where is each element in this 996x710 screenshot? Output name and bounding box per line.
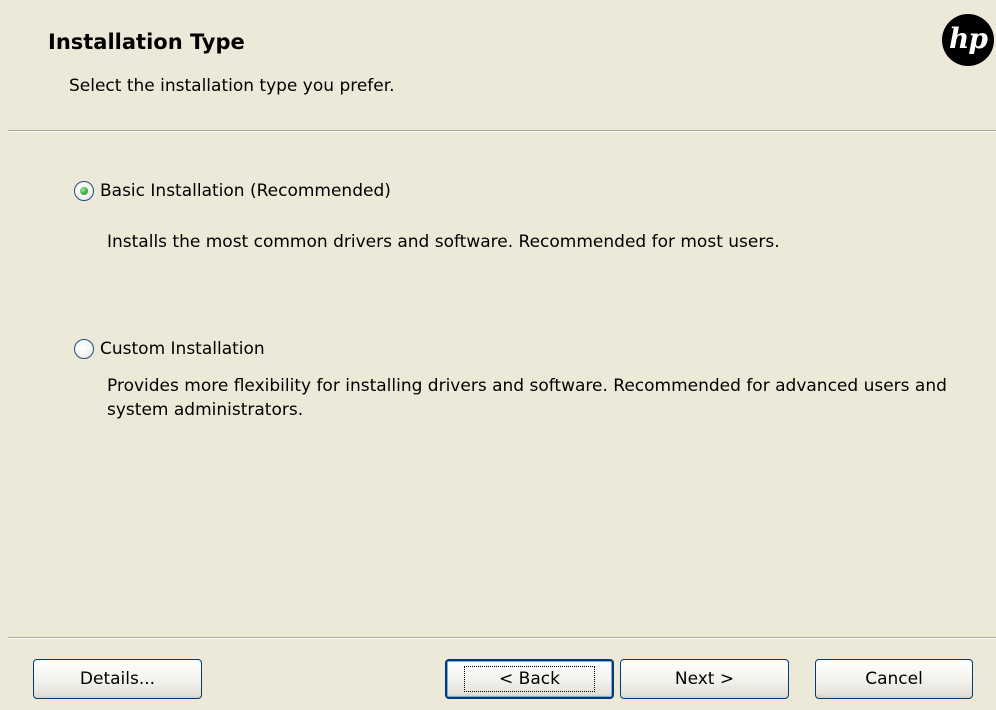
custom-installation-label[interactable]: Custom Installation (100, 339, 265, 359)
dialog-header: Installation Type Select the installatio… (0, 0, 996, 130)
basic-installation-option[interactable]: Basic Installation (Recommended) (74, 181, 391, 201)
header-divider (8, 130, 996, 132)
custom-installation-description: Provides more flexibility for installing… (107, 376, 947, 420)
basic-installation-description: Installs the most common drivers and sof… (107, 232, 780, 252)
back-button[interactable]: < Back (445, 659, 614, 699)
basic-installation-radio[interactable] (74, 181, 94, 201)
custom-installation-option[interactable]: Custom Installation (74, 339, 265, 359)
installer-dialog: Installation Type Select the installatio… (0, 0, 996, 710)
custom-installation-radio[interactable] (74, 339, 94, 359)
next-button[interactable]: Next > (620, 659, 789, 699)
page-subtitle: Select the installation type you prefer. (69, 76, 395, 96)
basic-installation-label[interactable]: Basic Installation (Recommended) (100, 181, 391, 201)
footer-divider (8, 637, 996, 639)
page-title: Installation Type (48, 30, 245, 54)
details-button[interactable]: Details... (33, 659, 202, 699)
back-button-label: < Back (464, 666, 595, 692)
hp-logo: hp (942, 14, 994, 66)
cancel-button[interactable]: Cancel (815, 659, 973, 699)
